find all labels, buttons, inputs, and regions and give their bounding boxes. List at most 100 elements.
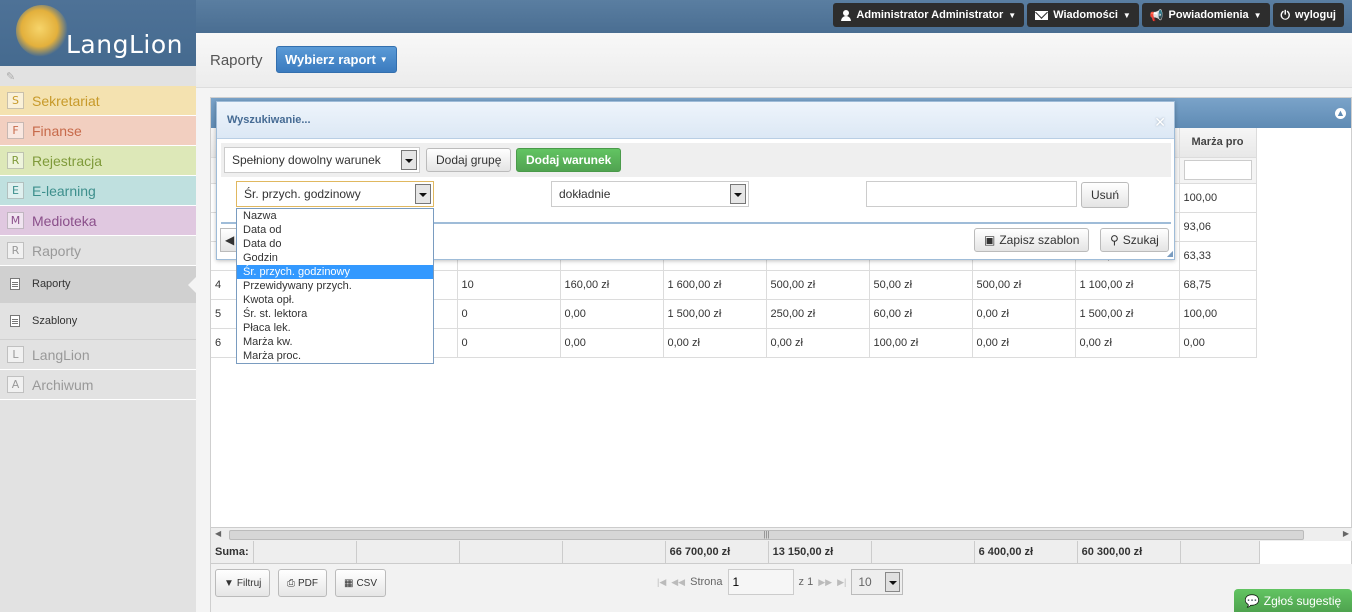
table-cell: 50,00 zł bbox=[869, 270, 973, 300]
first-page-icon[interactable]: |◀ bbox=[657, 577, 666, 588]
sidebar-item-e-learning[interactable]: E E-learning bbox=[0, 176, 196, 206]
sidebar-item-label: Medioteka bbox=[32, 212, 97, 229]
pdf-label: PDF bbox=[298, 577, 318, 589]
filter-button[interactable]: ▼ Filtruj bbox=[215, 569, 271, 597]
user-menu[interactable]: Administrator Administrator ▼ bbox=[833, 3, 1025, 27]
csv-button[interactable]: ▦ CSV bbox=[335, 569, 387, 597]
resize-handle-icon[interactable]: ◢ bbox=[1167, 249, 1173, 258]
sidebar-item-label: Finanse bbox=[32, 122, 82, 139]
table-cell: 160,00 zł bbox=[560, 270, 664, 300]
sidebar-item-sekretariat[interactable]: S Sekretariat bbox=[0, 86, 196, 116]
match-mode-value: Spełniony dowolny warunek bbox=[232, 153, 381, 167]
table-cell: 100,00 zł bbox=[869, 328, 973, 358]
table-cell: 93,06 bbox=[1179, 212, 1257, 242]
search-label: Szukaj bbox=[1122, 233, 1159, 247]
table-cell: 0,00 zł bbox=[766, 328, 870, 358]
sidebar-item-raporty[interactable]: R Raporty bbox=[0, 236, 196, 266]
sidebar-item-finanse[interactable]: F Finanse bbox=[0, 116, 196, 146]
table-cell: 1 100,00 zł bbox=[1075, 270, 1180, 300]
field-option[interactable]: Godzin bbox=[237, 251, 433, 265]
caret-down-icon: ▼ bbox=[1122, 10, 1131, 20]
scroll-left-icon[interactable]: ◀ bbox=[215, 529, 221, 538]
field-option[interactable]: Kwota opł. bbox=[237, 293, 433, 307]
column-header[interactable]: Marża pro bbox=[1179, 128, 1257, 158]
field-select[interactable]: Śr. przych. godzinowy bbox=[236, 181, 434, 207]
collapse-icon[interactable]: ▲ bbox=[1335, 108, 1346, 119]
table-cell: 0,00 zł bbox=[1075, 328, 1180, 358]
sum-cell: 6 400,00 zł bbox=[974, 541, 1078, 564]
search-button[interactable]: ⚲ Szukaj bbox=[1100, 228, 1169, 252]
next-page-icon[interactable]: ▶▶ bbox=[818, 577, 832, 588]
scroll-right-icon[interactable]: ▶ bbox=[1343, 529, 1349, 538]
last-page-icon[interactable]: ▶| bbox=[837, 577, 846, 588]
field-option[interactable]: Płaca lek. bbox=[237, 321, 433, 335]
pin-icon[interactable]: ✎ bbox=[0, 66, 196, 86]
logo[interactable]: LangLion bbox=[0, 0, 196, 66]
field-option[interactable]: Nazwa bbox=[237, 209, 433, 223]
sidebar-subitem-szablony[interactable]: Szablony bbox=[0, 303, 196, 340]
field-option[interactable]: Śr. przych. godzinowy bbox=[237, 265, 433, 279]
remove-condition-button[interactable]: Usuń bbox=[1081, 182, 1130, 208]
suggest-button[interactable]: 💬 Zgłoś sugestię bbox=[1234, 589, 1352, 612]
add-condition-button[interactable]: Dodaj warunek bbox=[516, 148, 622, 172]
column-filter-input[interactable] bbox=[1183, 160, 1252, 180]
page-header: Raporty Wybierz raport ▼ bbox=[196, 33, 1352, 88]
field-option[interactable]: Data od bbox=[237, 223, 433, 237]
scrollbar-thumb[interactable]: ||| bbox=[229, 530, 1304, 540]
notifications-menu[interactable]: 📢 Powiadomienia ▼ bbox=[1141, 3, 1270, 27]
sidebar-letter-badge: E bbox=[7, 182, 24, 199]
brand-name: LangLion bbox=[66, 30, 183, 59]
pdf-button[interactable]: ⎙ PDF bbox=[278, 569, 327, 597]
prev-page-icon[interactable]: ◀◀ bbox=[671, 577, 685, 588]
dropdown-arrow-icon[interactable] bbox=[730, 184, 746, 204]
table-cell: 10 bbox=[457, 270, 561, 300]
sum-cell: 66 700,00 zł bbox=[665, 541, 769, 564]
caret-down-icon: ▼ bbox=[1253, 10, 1262, 20]
table-footer: ▼ Filtruj ⎙ PDF ▦ CSV |◀ ◀◀ Strona z 1 ▶… bbox=[211, 564, 1352, 612]
table-cell: 250,00 zł bbox=[766, 299, 870, 329]
sidebar-item-label: E-learning bbox=[32, 182, 96, 199]
sum-cell bbox=[253, 541, 357, 564]
close-icon[interactable]: ✕ bbox=[1154, 114, 1166, 131]
sidebar-item-langlion[interactable]: L LangLion bbox=[0, 340, 196, 370]
sidebar-item-archiwum[interactable]: A Archiwum bbox=[0, 370, 196, 400]
bullhorn-icon: 📢 bbox=[1149, 9, 1164, 22]
sidebar-subitem-label: Raporty bbox=[32, 278, 71, 290]
suggest-label: Zgłoś sugestię bbox=[1263, 593, 1342, 608]
per-page-select[interactable]: 10 bbox=[851, 569, 904, 595]
condition-value-input[interactable] bbox=[866, 181, 1077, 207]
dropdown-arrow-icon[interactable] bbox=[885, 572, 901, 592]
table-cell: 100,00 bbox=[1179, 299, 1257, 329]
field-option[interactable]: Śr. st. lektora bbox=[237, 307, 433, 321]
sum-cell bbox=[459, 541, 563, 564]
sidebar-subitem-raporty[interactable]: Raporty bbox=[0, 266, 196, 303]
mail-icon bbox=[1035, 10, 1049, 20]
caret-down-icon: ▼ bbox=[1008, 10, 1017, 20]
choose-report-button[interactable]: Wybierz raport ▼ bbox=[276, 46, 397, 73]
dropdown-arrow-icon[interactable] bbox=[401, 150, 417, 170]
save-template-button[interactable]: ▣ Zapisz szablon bbox=[974, 228, 1090, 252]
dropdown-arrow-icon[interactable] bbox=[415, 184, 431, 204]
field-option[interactable]: Przewidywany przych. bbox=[237, 279, 433, 293]
table-cell: 60,00 zł bbox=[869, 299, 973, 329]
messages-menu[interactable]: Wiadomości ▼ bbox=[1027, 3, 1139, 27]
sidebar-item-medioteka[interactable]: M Medioteka bbox=[0, 206, 196, 236]
table-cell: 0,00 bbox=[560, 328, 664, 358]
horizontal-scrollbar[interactable]: ◀ ||| ▶ bbox=[211, 527, 1352, 541]
caret-down-icon: ▼ bbox=[379, 55, 388, 64]
match-mode-select[interactable]: Spełniony dowolny warunek bbox=[224, 147, 420, 173]
operator-select[interactable]: dokładnie bbox=[551, 181, 749, 207]
field-option[interactable]: Marża kw. bbox=[237, 335, 433, 349]
sidebar-item-rejestracja[interactable]: R Rejestracja bbox=[0, 146, 196, 176]
field-option[interactable]: Data do bbox=[237, 237, 433, 251]
comment-icon: 💬 bbox=[1244, 593, 1260, 608]
page-input[interactable] bbox=[727, 569, 794, 595]
add-group-button[interactable]: Dodaj grupę bbox=[426, 148, 512, 172]
table-cell: 63,33 bbox=[1179, 241, 1257, 271]
sum-label: Suma: bbox=[211, 541, 254, 564]
page-of-label: z 1 bbox=[798, 576, 814, 588]
field-option[interactable]: Marża proc. bbox=[237, 349, 433, 363]
logout[interactable]: ⏻ wyloguj bbox=[1272, 3, 1344, 27]
operator-select-value: dokładnie bbox=[559, 187, 611, 201]
sidebar-letter-badge: L bbox=[7, 346, 24, 363]
